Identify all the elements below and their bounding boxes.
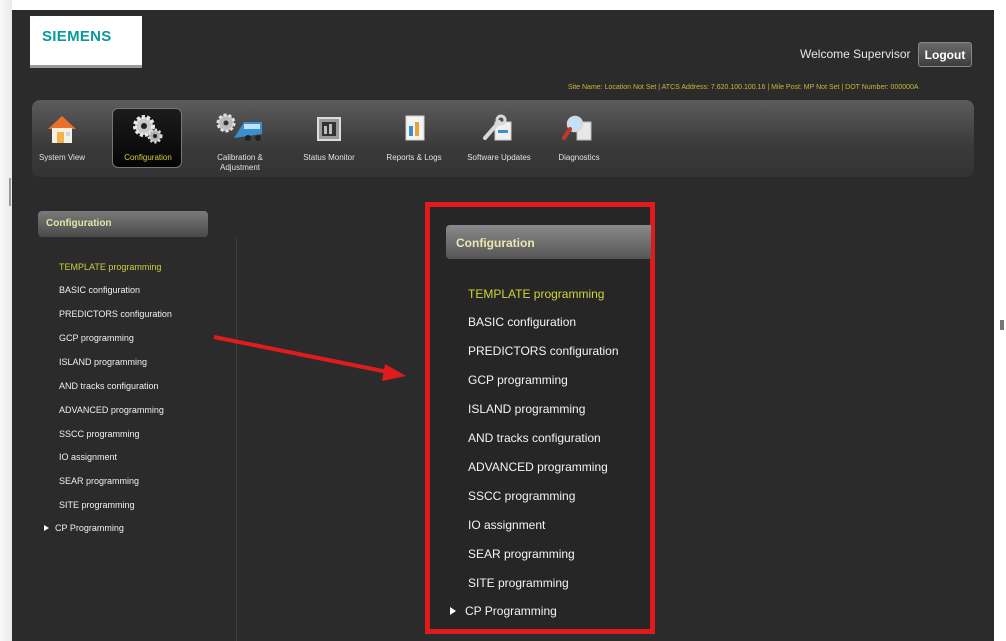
site-info-bar: Site Name: Location Not Set | ATCS Addre… bbox=[568, 84, 919, 91]
magnifier-icon bbox=[561, 112, 597, 146]
report-icon bbox=[396, 112, 432, 146]
zoom-item-cp[interactable]: CP Programming bbox=[450, 604, 557, 618]
house-icon bbox=[44, 112, 80, 146]
sidebar-divider bbox=[236, 237, 237, 641]
nav-label: Calibration & Adjustment bbox=[217, 153, 263, 172]
nav-status-monitor[interactable]: Status Monitor bbox=[294, 100, 364, 177]
nav-software-updates[interactable]: Software Updates bbox=[464, 100, 534, 177]
expand-arrow-icon bbox=[44, 525, 49, 531]
siemens-logo: SIEMENS bbox=[30, 16, 142, 68]
sidebar-item-cp[interactable]: CP Programming bbox=[44, 523, 124, 533]
zoom-item-island[interactable]: ISLAND programming bbox=[468, 402, 585, 416]
nav-label: Reports & Logs bbox=[386, 153, 442, 162]
sidebar-item-predictors[interactable]: PREDICTORS configuration bbox=[59, 309, 172, 319]
logo-text: SIEMENS bbox=[42, 28, 112, 45]
monitor-icon bbox=[311, 112, 347, 146]
sidebar-item-advanced[interactable]: ADVANCED programming bbox=[59, 405, 164, 415]
sidebar-item-sscc[interactable]: SSCC programming bbox=[59, 429, 140, 439]
zoom-item-and-tracks[interactable]: AND tracks configuration bbox=[468, 431, 601, 445]
welcome-text: Welcome Supervisor bbox=[800, 47, 911, 61]
zoom-item-sscc[interactable]: SSCC programming bbox=[468, 489, 575, 503]
sidebar-item-basic[interactable]: BASIC configuration bbox=[59, 285, 140, 295]
zoom-item-basic[interactable]: BASIC configuration bbox=[468, 315, 576, 329]
nav-diagnostics[interactable]: Diagnostics bbox=[544, 100, 614, 177]
sidebar-item-gcp[interactable]: GCP programming bbox=[59, 333, 134, 343]
zoom-callout: Configuration TEMPLATE programming BASIC… bbox=[425, 202, 655, 634]
zoom-item-template[interactable]: TEMPLATE programming bbox=[468, 287, 604, 301]
nav-reports-logs[interactable]: Reports & Logs bbox=[376, 100, 452, 177]
nav-calibration[interactable]: Calibration & Adjustment bbox=[202, 100, 278, 177]
zoom-item-label: CP Programming bbox=[465, 604, 557, 618]
left-edge bbox=[0, 0, 12, 641]
zoom-item-site[interactable]: SITE programming bbox=[468, 576, 569, 590]
sidebar-item-label: CP Programming bbox=[55, 523, 124, 533]
right-edge-mark bbox=[1000, 320, 1004, 330]
nav-label: Diagnostics bbox=[558, 153, 600, 162]
zoom-item-predictors[interactable]: PREDICTORS configuration bbox=[468, 344, 619, 358]
zoom-item-gcp[interactable]: GCP programming bbox=[468, 373, 568, 387]
sidebar-item-and-tracks[interactable]: AND tracks configuration bbox=[59, 381, 159, 391]
sidebar-header: Configuration bbox=[38, 211, 208, 237]
gears-icon bbox=[130, 112, 166, 146]
sidebar-item-sear[interactable]: SEAR programming bbox=[59, 476, 139, 486]
nav-configuration[interactable]: Configuration bbox=[112, 100, 184, 177]
logout-button[interactable]: Logout bbox=[918, 42, 972, 67]
sidebar-item-island[interactable]: ISLAND programming bbox=[59, 357, 147, 367]
zoom-item-sear[interactable]: SEAR programming bbox=[468, 547, 575, 561]
sidebar-item-site[interactable]: SITE programming bbox=[59, 500, 135, 510]
sidebar-item-io[interactable]: IO assignment bbox=[59, 452, 117, 462]
zoom-item-io[interactable]: IO assignment bbox=[468, 518, 545, 532]
tools-icon bbox=[481, 112, 517, 146]
sidebar-item-template[interactable]: TEMPLATE programming bbox=[59, 262, 161, 272]
nav-system-view[interactable]: System View bbox=[34, 100, 90, 177]
zoom-item-advanced[interactable]: ADVANCED programming bbox=[468, 460, 608, 474]
nav-label: Configuration bbox=[124, 153, 172, 162]
zoom-header: Configuration bbox=[446, 225, 651, 259]
expand-arrow-icon bbox=[450, 607, 456, 615]
nav-label: Status Monitor bbox=[303, 153, 355, 162]
main-nav-bar: System View Configuration Calibration & … bbox=[32, 100, 974, 177]
nav-label: System View bbox=[38, 153, 86, 162]
gear-train-icon bbox=[214, 112, 266, 146]
nav-label: Software Updates bbox=[467, 153, 531, 162]
